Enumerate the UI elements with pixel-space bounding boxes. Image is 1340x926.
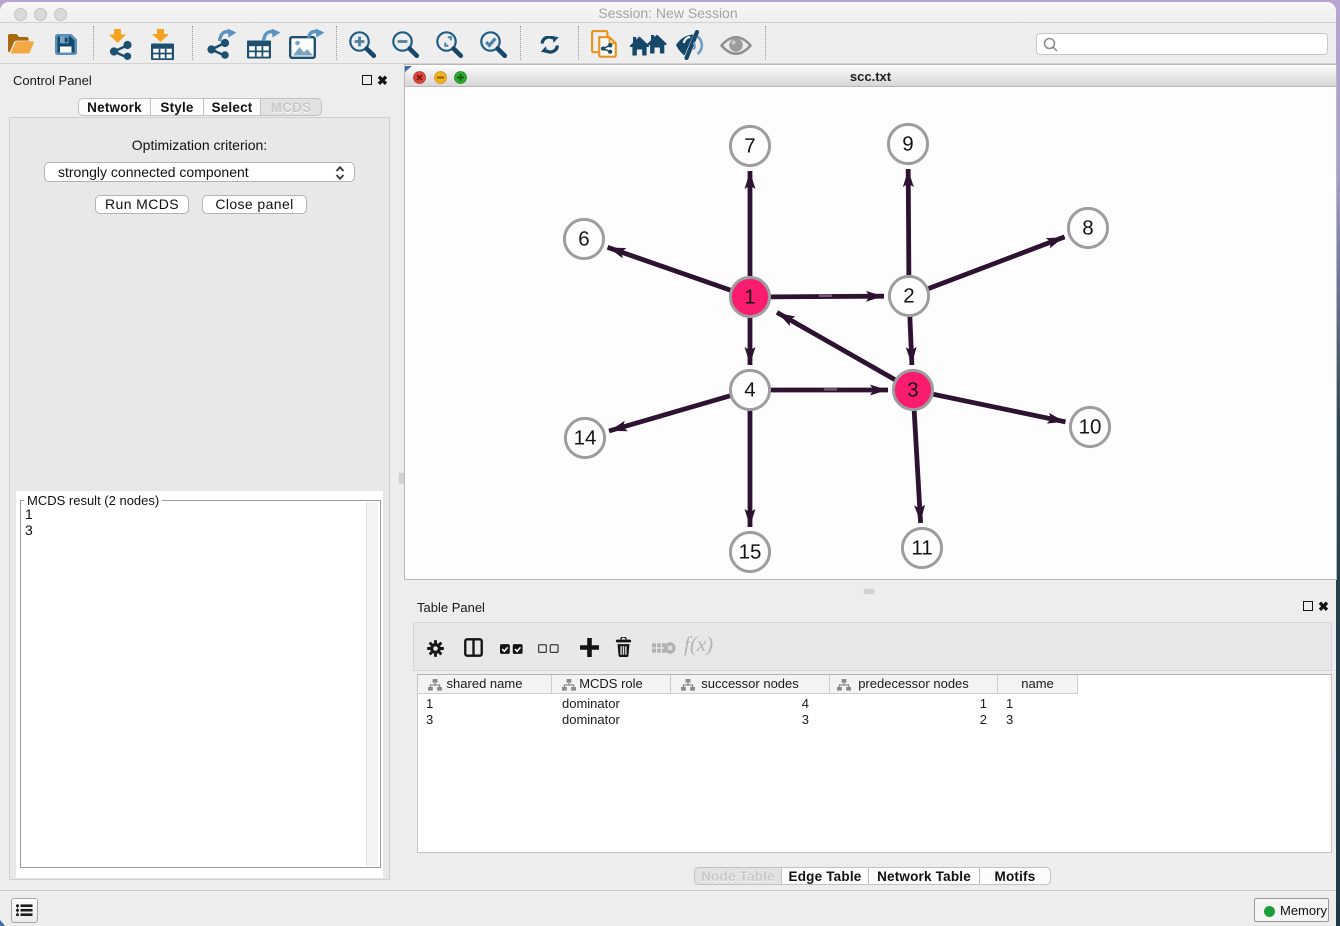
svg-text:8: 8 (1082, 217, 1093, 240)
svg-text:15: 15 (739, 541, 762, 564)
svg-text:7: 7 (744, 135, 755, 158)
svg-text:3: 3 (907, 379, 918, 402)
svg-text:11: 11 (911, 537, 932, 560)
svg-text:14: 14 (574, 427, 597, 450)
svg-text:4: 4 (744, 379, 755, 402)
svg-text:10: 10 (1079, 416, 1102, 439)
svg-text:6: 6 (578, 228, 589, 251)
svg-text:1: 1 (744, 286, 755, 309)
svg-text:2: 2 (903, 285, 914, 308)
svg-text:9: 9 (902, 133, 913, 156)
